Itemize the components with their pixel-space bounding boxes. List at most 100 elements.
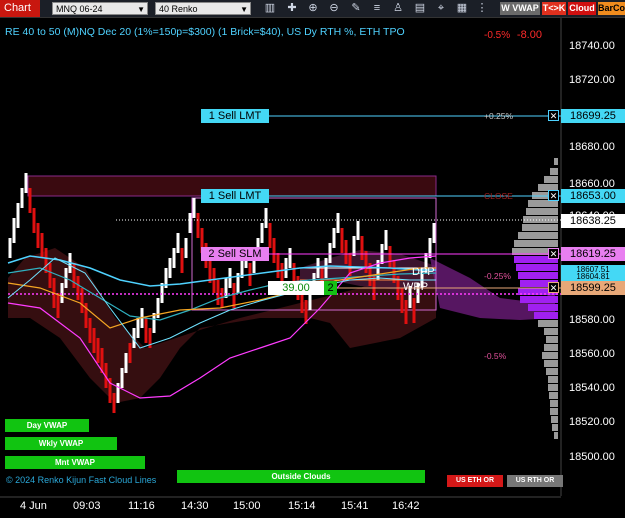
bear-brick [36,223,40,248]
bear-brick [144,318,148,343]
bear-brick [40,233,44,258]
bull-brick [12,218,16,243]
volume-profile-bar [544,176,558,183]
bars-icon[interactable]: ▥ [263,2,277,15]
chart-trader-icon[interactable]: ▦ [455,2,469,15]
properties-icon[interactable]: ≡ [370,2,384,15]
sell-order-price-tag[interactable]: 18653.00 [561,189,625,203]
price-axis-label: 18580.00 [569,314,615,326]
copyright-note: © 2024 Renko Kijun Fast Cloud Lines [6,475,157,485]
pointer-icon[interactable]: ⌖ [434,2,448,15]
bull-brick [224,278,228,298]
chart-tab[interactable]: Chart [0,0,40,17]
cancel-order-icon[interactable]: ✕ [548,110,559,121]
bull-brick [168,258,172,278]
bull-brick [288,248,292,268]
bull-brick [60,283,64,303]
bear-brick [216,280,220,305]
sell-limit-order-2[interactable]: 1 Sell LMT [201,189,269,203]
bar-type-label: 40 Renko [159,4,198,14]
us-eth-or-button[interactable]: US ETH OR [447,475,503,487]
bull-brick [24,173,28,193]
mnt-vwap-button[interactable]: Mnt VWAP [5,456,145,469]
minus-half-percent-label: -0.5% [484,351,507,361]
time-axis-label: 15:41 [341,500,369,512]
bear-brick [388,246,392,268]
volume-profile-bar [538,320,558,327]
bear-brick [32,208,36,233]
wvwap-button[interactable]: W VWAP [500,2,540,15]
bull-brick [332,228,336,248]
sell-order-price-tag[interactable]: 18699.25 [561,109,625,123]
bull-brick [176,233,180,253]
bull-brick [124,353,128,373]
data-box-icon[interactable]: ▤ [413,2,427,15]
close-position-icon[interactable]: ✕ [548,282,559,293]
volume-profile-bar [546,336,558,343]
bull-brick [16,203,20,228]
bear-brick [268,223,272,248]
sell-stop-order[interactable]: 2 Sell SLM [201,247,269,261]
position-pnl[interactable]: 39.00 [268,281,324,295]
volume-profile-bar [542,352,558,359]
bear-brick [76,276,80,300]
avg-price-tag: 18599.25 [561,281,625,295]
volume-profile-bar [544,344,558,351]
time-axis-label: 14:30 [181,500,209,512]
price-axis-label: 18720.00 [569,74,615,86]
drawing-icon[interactable]: ✎ [349,2,363,15]
zoom-out-icon[interactable]: ⊖ [327,2,341,15]
bear-brick [344,240,348,264]
volume-profile-bar [528,304,558,311]
pnl-display: -0.5% -8.00 [484,29,542,41]
price-axis-label: 18520.00 [569,416,615,428]
zoom-in-icon[interactable]: ⊕ [306,2,320,15]
time-axis-label: 16:42 [392,500,420,512]
bull-brick [20,188,24,208]
bear-brick [180,248,184,273]
bull-brick [428,238,432,258]
wkly-vwap-button[interactable]: Wkly VWAP [5,437,117,450]
bull-brick [184,238,188,258]
volume-profile-bar [554,432,558,439]
chart-title: RE 40 to 50 (M)NQ Dec 20 (1%=150p=$300) … [5,26,405,38]
cloud-button[interactable]: Cloud [568,2,596,15]
tk-button[interactable]: T<>K [542,2,566,15]
barco-button[interactable]: BarCo [598,2,625,15]
volume-profile-bar [516,264,558,271]
volume-profile-bar [544,328,558,335]
bear-brick [340,228,344,253]
volume-profile-bar [518,272,558,279]
pnl-percent: -0.5% [484,30,511,41]
bar-type-selector[interactable]: 40 Renko ▼ [155,2,251,15]
price-axis-label: 18740.00 [569,40,615,52]
volume-profile-bar [546,368,558,375]
minus-quarter-percent-label: -0.25% [484,271,511,281]
volume-profile-bar [520,296,558,303]
bull-brick [172,248,176,268]
stop-order-price-tag[interactable]: 18619.25 [561,247,625,261]
crosshair-icon[interactable]: ✚ [285,2,299,15]
drag-icon[interactable]: ⋮ [475,2,489,15]
price-axis-label: 18560.00 [569,348,615,360]
strategy-icon[interactable]: ♙ [391,2,405,15]
wpp-label: WPP [403,281,429,293]
instrument-selector[interactable]: MNQ 06-24 ▼ [52,2,148,15]
position-quantity[interactable]: 2 [324,281,337,295]
cancel-order-icon[interactable]: ✕ [548,248,559,259]
us-rth-or-button[interactable]: US RTH OR [507,475,563,487]
time-axis-label: 11:16 [128,500,155,512]
time-axis-label: 15:00 [233,500,261,512]
volume-profile-bar [551,416,558,423]
bear-brick [80,288,84,313]
volume-profile-bar [549,392,558,399]
cancel-order-icon[interactable]: ✕ [548,190,559,201]
day-vwap-button[interactable]: Day VWAP [5,419,89,432]
bear-brick [112,393,116,413]
outside-clouds-button[interactable]: Outside Clouds [177,470,425,483]
bear-brick [272,238,276,263]
sell-limit-order-1[interactable]: 1 Sell LMT [201,109,269,123]
bear-brick [276,253,280,278]
volume-profile-bar [552,424,558,431]
time-axis-label: 09:03 [73,500,101,512]
